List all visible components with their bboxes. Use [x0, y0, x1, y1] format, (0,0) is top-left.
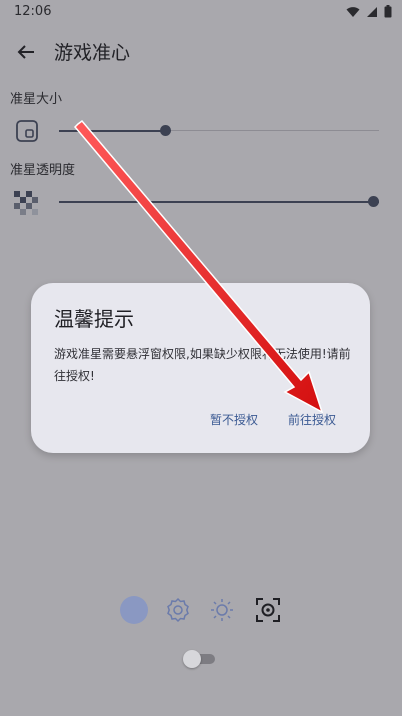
arrow-back-icon	[17, 45, 34, 59]
crosshair-size-slider[interactable]	[59, 125, 379, 136]
settings-button[interactable]	[162, 594, 194, 626]
app-bar: 游戏准心	[0, 28, 402, 76]
crosshair-size-slider-thumb[interactable]	[160, 125, 171, 136]
deny-permission-button[interactable]: 暂不授权	[210, 411, 258, 428]
crosshair-transparency-slider-thumb[interactable]	[368, 196, 379, 207]
crosshair-size-icon	[14, 118, 40, 144]
crosshair-transparency-slider[interactable]	[59, 196, 379, 207]
dialog-title: 温馨提示	[54, 307, 134, 331]
crosshair-transparency-slider-fill	[59, 201, 379, 203]
bottom-toolbar	[0, 594, 402, 628]
back-button[interactable]	[12, 38, 40, 66]
signal-icon	[367, 6, 377, 17]
crosshair-size-label: 准星大小	[10, 92, 63, 107]
crosshair-transparency-label: 准星透明度	[10, 163, 76, 178]
dialog-message: 游戏准星需要悬浮窗权限,如果缺少权限将无法使用!请前往授权!	[54, 347, 351, 383]
page-title: 游戏准心	[54, 42, 131, 64]
crosshair-toggle[interactable]	[183, 650, 215, 668]
status-bar: 12:06	[0, 0, 402, 24]
color-dot-icon	[120, 596, 148, 624]
crosshair-target-icon	[256, 598, 280, 622]
battery-icon	[384, 5, 392, 18]
status-icons	[346, 5, 392, 18]
toggle-knob	[183, 650, 201, 668]
wifi-icon	[346, 6, 360, 17]
crosshair-size-slider-fill	[59, 130, 165, 132]
color-picker-button[interactable]	[118, 594, 150, 626]
permission-dialog: 温馨提示 游戏准星需要悬浮窗权限,如果缺少权限将无法使用!请前往授权! 暂不授权…	[31, 283, 370, 453]
transparency-checker-icon	[14, 191, 40, 217]
gear-icon	[167, 597, 189, 623]
brightness-button[interactable]	[206, 594, 238, 626]
grant-permission-button[interactable]: 前往授权	[288, 411, 336, 428]
crosshair-button[interactable]	[252, 594, 284, 626]
status-time: 12:06	[14, 4, 52, 19]
brightness-icon	[211, 599, 233, 621]
